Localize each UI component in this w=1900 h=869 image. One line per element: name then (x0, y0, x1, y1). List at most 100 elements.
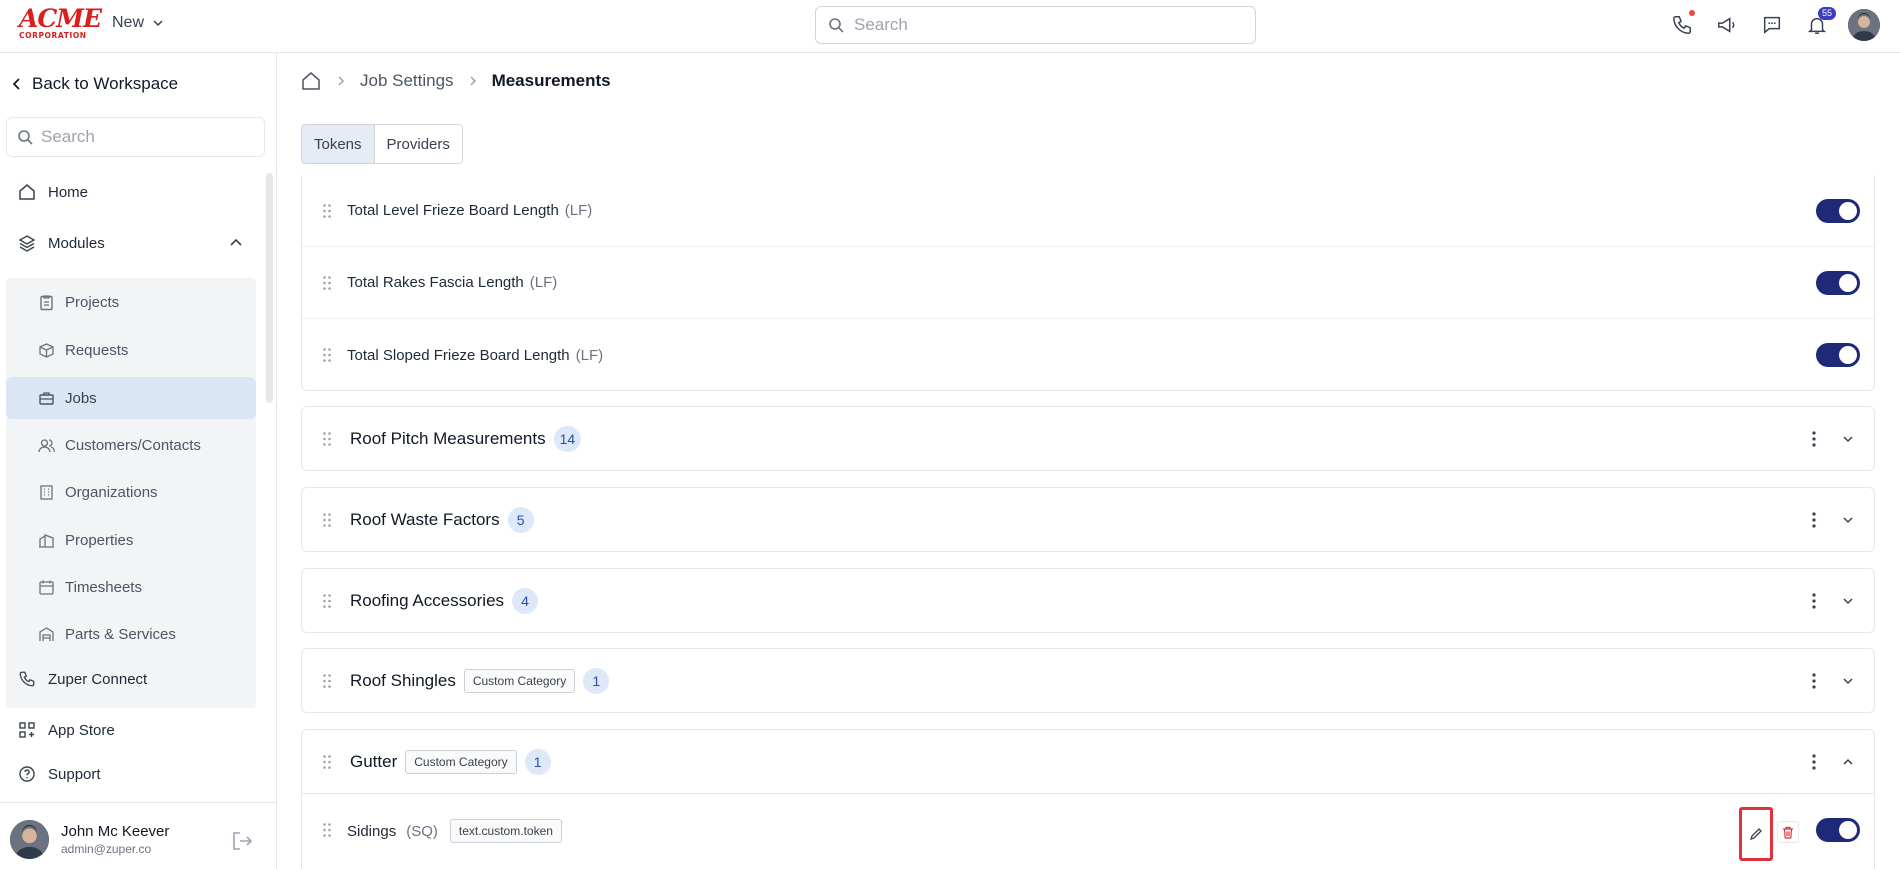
delete-button[interactable] (1777, 821, 1799, 843)
sidebar-item-support[interactable]: Support (18, 765, 101, 783)
more-options-icon[interactable] (1804, 671, 1824, 691)
sidebar-item-jobs[interactable]: Jobs (6, 377, 256, 419)
sidebar-item-label: Organizations (65, 483, 158, 501)
user-profile[interactable]: John Mc Keever admin@zuper.co (10, 820, 169, 859)
chevron-down-icon[interactable] (1838, 510, 1858, 530)
sidebar-item-modules[interactable]: Modules (18, 234, 243, 252)
sidebar-search-input[interactable] (41, 127, 251, 147)
sidebar-item-customers-contacts[interactable]: Customers/Contacts (6, 424, 256, 466)
sidebar-item-parts-services[interactable]: Parts & Services (6, 613, 256, 655)
token-unit: (SQ) (406, 822, 438, 840)
drag-handle-icon[interactable] (322, 673, 332, 689)
more-options-icon[interactable] (1804, 591, 1824, 611)
sidebar-item-properties[interactable]: Properties (6, 519, 256, 561)
category-name: Roofing Accessories (350, 590, 505, 610)
sidebar-item-label: Requests (65, 341, 129, 359)
avatar (10, 820, 49, 859)
category-card[interactable]: Roof Pitch Measurements 14 (301, 406, 1875, 471)
category-name: Gutter (350, 752, 398, 771)
category-header[interactable]: Gutter Custom Category 1 (302, 730, 1874, 794)
sidebar-item-organizations[interactable]: Organizations (6, 471, 256, 513)
drag-handle-icon[interactable] (322, 203, 332, 219)
user-name: John Mc Keever (61, 823, 170, 840)
sidebar-item-projects[interactable]: Projects (6, 281, 256, 323)
global-search[interactable] (815, 6, 1256, 44)
drag-handle-icon[interactable] (322, 754, 332, 770)
custom-category-tag: Custom Category (463, 668, 576, 693)
token-toggle[interactable] (1816, 343, 1860, 367)
company-logo[interactable]: ACME CORPORATION (19, 6, 102, 40)
sidebar-item-label: Projects (65, 293, 120, 311)
sidebar-search[interactable] (6, 117, 265, 157)
user-email: admin@zuper.co (61, 842, 152, 856)
search-icon (18, 130, 33, 145)
chevron-down-icon[interactable] (1838, 671, 1858, 691)
chevron-up-icon (230, 238, 242, 246)
sidebar-item-home[interactable]: Home (18, 183, 88, 201)
category-card[interactable]: Roofing Accessories 4 (301, 568, 1875, 633)
token-toggle[interactable] (1816, 270, 1860, 295)
custom-category-tag: Custom Category (405, 750, 517, 774)
sidebar-scrollbar[interactable] (266, 173, 273, 403)
global-search-input[interactable] (854, 15, 1217, 35)
sidebar-item-label: Home (48, 183, 89, 201)
more-options-icon[interactable] (1804, 429, 1824, 449)
new-button[interactable]: New (112, 14, 164, 32)
drag-handle-icon[interactable] (322, 347, 332, 363)
sidebar-item-zuper-connect[interactable]: Zuper Connect (18, 670, 147, 688)
chevron-down-icon[interactable] (1838, 429, 1858, 449)
clipboard-icon (40, 294, 53, 310)
sidebar-item-app-store[interactable]: App Store (18, 721, 115, 739)
count-badge: 1 (524, 749, 551, 775)
token-label: Total Level Frieze Board Length (LF) (347, 202, 593, 219)
chevron-down-icon[interactable] (1838, 591, 1858, 611)
phone-icon[interactable] (1668, 9, 1695, 39)
drag-handle-icon[interactable] (322, 275, 332, 291)
back-to-workspace-link[interactable]: Back to Workspace (12, 74, 178, 94)
drag-handle-icon[interactable] (322, 431, 332, 447)
sidebar-item-requests[interactable]: Requests (6, 329, 256, 371)
phone-icon (19, 671, 35, 687)
tab-tokens[interactable]: Tokens (302, 125, 375, 163)
drag-handle-icon[interactable] (322, 512, 332, 528)
category-card-expanded: Gutter Custom Category 1 Sidings (SQ) te… (301, 729, 1875, 869)
category-title: Roofing Accessories 4 (350, 587, 539, 614)
sidebar-item-label: Parts & Services (65, 625, 176, 643)
home-icon[interactable] (300, 70, 322, 92)
sidebar-item-timesheets[interactable]: Timesheets (6, 566, 256, 608)
category-title: Roof Pitch Measurements 14 (350, 425, 582, 452)
category-name: Roof Pitch Measurements (350, 428, 546, 448)
logo-subtext: CORPORATION (19, 31, 87, 40)
drag-handle-icon[interactable] (322, 822, 332, 838)
breadcrumb-job-settings[interactable]: Job Settings (360, 71, 454, 91)
chat-icon[interactable] (1758, 12, 1785, 39)
token-toggle[interactable] (1816, 818, 1860, 842)
sidebar-item-label: Modules (48, 234, 105, 252)
sidebar-item-label: Properties (65, 531, 134, 549)
user-avatar[interactable] (1848, 9, 1880, 41)
category-card[interactable]: Roof Shingles Custom Category 1 (301, 648, 1875, 713)
megaphone-icon[interactable] (1713, 12, 1740, 39)
new-button-label: New (112, 14, 145, 31)
edit-button[interactable] (1739, 807, 1773, 861)
search-icon (829, 18, 844, 33)
token-label: Total Rakes Fascia Length (LF) (347, 274, 558, 291)
tab-group: Tokens Providers (301, 124, 463, 164)
sidebar-item-label: Timesheets (65, 578, 142, 596)
bell-icon[interactable]: 55 (1803, 6, 1836, 39)
more-options-icon[interactable] (1804, 510, 1824, 530)
logout-icon[interactable] (231, 830, 253, 857)
category-card[interactable]: Roof Waste Factors 5 (301, 487, 1875, 552)
drag-handle-icon[interactable] (322, 593, 332, 609)
box-icon (39, 342, 54, 358)
token-toggle[interactable] (1816, 198, 1860, 223)
chevron-up-icon[interactable] (1838, 752, 1858, 772)
count-badge: 4 (512, 587, 539, 614)
trash-icon (1783, 826, 1793, 839)
tab-providers[interactable]: Providers (374, 125, 462, 163)
warehouse-icon (39, 626, 54, 641)
chevron-left-icon (12, 78, 20, 90)
layers-icon (18, 235, 36, 252)
more-options-icon[interactable] (1804, 752, 1824, 772)
token-label: Sidings (SQ) text.custom.token (347, 819, 562, 843)
